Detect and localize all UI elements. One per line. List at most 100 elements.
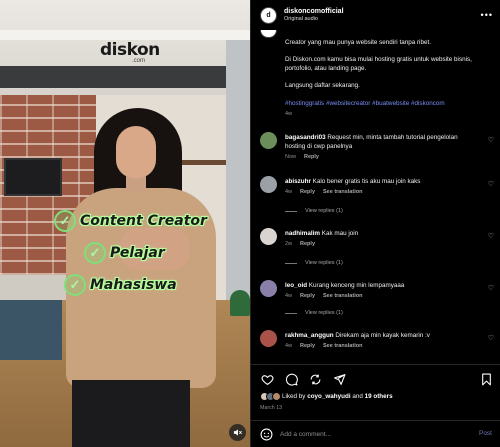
check-circle-icon: ✓ (54, 210, 76, 232)
comment-age: 4w (285, 293, 293, 300)
send-icon[interactable] (332, 372, 346, 386)
action-icons (260, 372, 346, 386)
overlay-text: Content Creator (80, 213, 207, 229)
video-scene-plant (230, 290, 250, 316)
speaker-muted-icon[interactable] (229, 424, 246, 441)
reply-button[interactable]: Reply (300, 343, 315, 351)
comment-icon[interactable] (284, 372, 298, 386)
view-replies-label[interactable]: View replies (1) (305, 310, 343, 316)
comment-age: 2w (285, 241, 293, 248)
person-skirt (72, 380, 190, 447)
commenter-avatar[interactable] (260, 176, 277, 193)
commenter-avatar[interactable] (260, 228, 277, 245)
post-side-panel: d diskoncomofficial Original audio ••• C… (250, 0, 500, 447)
comment-username[interactable]: nadhimalim (285, 230, 320, 237)
like-comment-heart-icon[interactable]: ♡ (488, 180, 494, 188)
header-text: diskoncomofficial Original audio (284, 8, 344, 22)
comment-body: abiszuhr Kalo bener gratis tis aku mau j… (285, 177, 477, 197)
overlay-line-content-creator: ✓ Content Creator (54, 210, 207, 232)
logo-sub: .com (132, 58, 145, 64)
heart-icon[interactable] (260, 372, 274, 386)
post-video[interactable]: diskon .com ✓ Content Creator ✓ Pelajar … (0, 0, 250, 447)
comment-age: Now (285, 154, 297, 161)
comment-body: nadhimalim Kak mau join 2w Reply (285, 229, 477, 249)
liked-by: Liked by coyo_wahyudi and 19 others (260, 392, 393, 401)
overlay-text: Pelajar (110, 245, 165, 261)
see-translation-button[interactable]: See translation (323, 293, 362, 301)
overlay-text: Mahasiswa (90, 277, 177, 293)
caption-age: 4w (285, 110, 293, 117)
check-circle-icon: ✓ (84, 242, 106, 264)
account-username[interactable]: diskoncomofficial (284, 8, 344, 16)
comment-text: Kurang kenceng min lempamyaaa (308, 282, 405, 289)
audio-link[interactable]: Original audio (284, 16, 344, 22)
liker-avatar (272, 392, 281, 401)
see-translation-button[interactable]: See translation (323, 343, 362, 351)
comment-body: bagasandri03 Request min, minta tambah t… (285, 133, 477, 162)
post-header: d diskoncomofficial Original audio ••• (251, 0, 500, 30)
comment-text: Direkam aja min kayak kemarin :v (335, 332, 430, 339)
commenter-avatar[interactable] (260, 330, 277, 347)
account-avatar[interactable]: d (260, 6, 277, 24)
commenter-avatar[interactable] (260, 280, 277, 297)
share-icon[interactable] (308, 372, 322, 386)
view-replies-label[interactable]: View replies (1) (305, 208, 343, 214)
like-comment-heart-icon[interactable]: ♡ (488, 284, 494, 292)
like-comment-heart-icon[interactable]: ♡ (488, 136, 494, 144)
comment-text: Kalo bener gratis tis aku mau join kaks (312, 178, 421, 185)
see-translation-button[interactable]: See translation (323, 189, 362, 197)
more-options-icon[interactable]: ••• (481, 10, 493, 20)
like-comment-heart-icon[interactable]: ♡ (488, 334, 494, 342)
overlay-line-mahasiswa: ✓ Mahasiswa (64, 274, 177, 296)
comment-text: Kak mau join (321, 230, 359, 237)
post-date[interactable]: March 13 (260, 405, 282, 411)
reply-button[interactable]: Reply (300, 241, 315, 249)
comment-meta: 2w Reply (285, 241, 477, 249)
liked-mid: and (350, 393, 365, 400)
replies-divider (285, 210, 297, 212)
reply-button[interactable]: Reply (304, 154, 319, 162)
commenter-avatar[interactable] (260, 132, 277, 149)
view-replies-button[interactable]: View replies (1) (285, 260, 343, 266)
video-scene-beam (0, 66, 250, 88)
video-scene-table (0, 300, 62, 360)
comment-meta: 4w Reply See translation (285, 189, 477, 197)
comment-body: rakhma_anggun Direkam aja min kayak kema… (285, 331, 477, 351)
caption-paragraph: Di Diskon.com kamu bisa mulai hosting gr… (285, 56, 472, 73)
comment-username[interactable]: rakhma_anggun (285, 332, 334, 339)
comment-username[interactable]: leo_oid (285, 282, 307, 289)
reply-button[interactable]: Reply (300, 293, 315, 301)
view-replies-button[interactable]: View replies (1) (285, 310, 343, 316)
check-circle-icon: ✓ (64, 274, 86, 296)
caption-paragraph: Creator yang mau punya website sendiri t… (285, 39, 431, 46)
comment-input[interactable] (280, 430, 460, 438)
comment-username[interactable]: bagasandri03 (285, 134, 326, 141)
comment-username[interactable]: abiszuhr (285, 178, 311, 185)
caption-hashtags[interactable]: #hostinggratis #websitecreator #buatwebs… (285, 99, 490, 108)
post-caption: Creator yang mau punya website sendiri t… (285, 38, 490, 119)
post-button[interactable]: Post (479, 430, 492, 437)
add-comment-bar: Post (251, 420, 500, 447)
comment-age: 4w (285, 343, 293, 350)
bookmark-icon[interactable] (479, 372, 493, 386)
comments-scroll[interactable]: Creator yang mau punya website sendiri t… (251, 30, 500, 364)
logo-text: diskon (100, 40, 160, 60)
replies-divider (285, 262, 297, 264)
video-scene-tv (4, 158, 62, 196)
view-replies-button[interactable]: View replies (1) (285, 208, 343, 214)
replies-divider (285, 312, 297, 314)
liked-user[interactable]: coyo_wahyudi (307, 393, 350, 400)
liker-avatars (260, 392, 281, 401)
comment-age: 4w (285, 189, 293, 196)
overlay-line-pelajar: ✓ Pelajar (84, 242, 165, 264)
like-comment-heart-icon[interactable]: ♡ (488, 232, 494, 240)
caption-paragraph: Langsung daftar sekarang. (285, 82, 360, 90)
comment-body: leo_oid Kurang kenceng min lempamyaaa 4w… (285, 281, 477, 301)
reply-button[interactable]: Reply (300, 189, 315, 197)
emoji-icon[interactable] (260, 428, 273, 441)
caption-avatar (260, 30, 277, 38)
view-replies-label[interactable]: View replies (1) (305, 260, 343, 266)
comment-meta: 4w Reply See translation (285, 293, 477, 301)
comment-meta: Now Reply (285, 154, 477, 162)
liked-others[interactable]: 19 others (365, 393, 393, 400)
